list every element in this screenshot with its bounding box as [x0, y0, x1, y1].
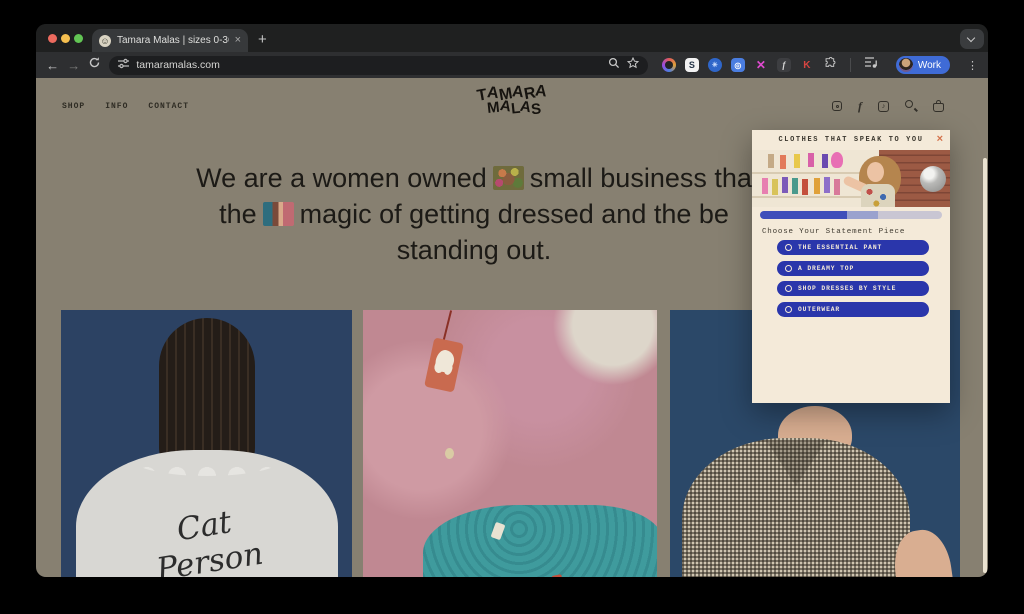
address-bar[interactable]: tamaramalas.com — [109, 56, 647, 75]
radio-icon — [785, 244, 792, 251]
shelf-objects — [768, 154, 774, 168]
extension-pink-x-icon[interactable]: ✕ — [754, 58, 768, 72]
option-essential-pant[interactable]: THE ESSENTIAL PANT — [777, 240, 929, 255]
extension-f-icon[interactable]: f — [777, 58, 791, 72]
option-label: A DREAMY TOP — [798, 265, 854, 272]
site-settings-icon[interactable] — [118, 56, 129, 74]
instagram-icon[interactable] — [832, 101, 842, 111]
forward-button[interactable]: → — [63, 58, 84, 73]
progress-segment — [847, 211, 878, 219]
option-label: OUTERWEAR — [798, 306, 840, 313]
radio-icon — [785, 265, 792, 272]
browser-toolbar: ← → tamaramalas.com S ✳ ◎ ✕ f K — [36, 52, 988, 78]
profile-label: Work — [918, 60, 941, 71]
progress-segment — [878, 211, 942, 219]
find-in-page-icon[interactable] — [608, 56, 620, 74]
tag-flower — [434, 348, 456, 373]
search-lens — [905, 100, 913, 108]
popup-title: CLOTHES THAT SPEAK TO YOU — [778, 136, 923, 144]
product-image-cat-person-jacket[interactable]: Cat Person — [61, 310, 352, 577]
ruffle-collar — [132, 442, 282, 476]
quiz-question: Choose Your Statement Piece — [762, 228, 950, 236]
arc-center-dot — [665, 61, 673, 69]
headline-text: magic of getting dressed and the be — [300, 199, 729, 229]
back-button[interactable]: ← — [42, 58, 63, 73]
woman-floral-top — [861, 184, 895, 207]
radio-icon — [785, 285, 792, 292]
gingham-shirt — [682, 438, 910, 577]
extension-blue-dot-icon[interactable]: ✳ — [708, 58, 722, 72]
profile-button[interactable]: Work — [896, 56, 950, 74]
tab-favicon-icon: ☺ — [99, 35, 111, 47]
media-controls-icon[interactable] — [864, 56, 879, 74]
progress-segment — [760, 211, 847, 219]
url-text[interactable]: tamaramalas.com — [136, 59, 600, 71]
cart-bag-icon[interactable] — [933, 103, 944, 112]
toolbar-separator — [850, 58, 851, 72]
disco-ball — [920, 166, 946, 192]
search-handle — [914, 107, 918, 111]
headline-text: We are a women owned — [196, 163, 487, 193]
radio-icon — [785, 306, 792, 313]
cat-person-embroidery: Cat Person — [148, 500, 265, 577]
extensions-puzzle-icon[interactable] — [823, 56, 837, 75]
popup-photo — [752, 150, 950, 207]
pink-decor — [831, 152, 843, 168]
inline-photo-people — [263, 202, 294, 226]
option-dreamy-top[interactable]: A DREAMY TOP — [777, 261, 929, 276]
browser-tab[interactable]: ☺ Tamara Malas | sizes 0-36 × — [92, 29, 248, 52]
browser-window: ☺ Tamara Malas | sizes 0-36 × + ← → tama… — [36, 24, 988, 577]
new-tab-button[interactable]: + — [258, 30, 267, 50]
shirt-collar — [767, 442, 825, 486]
cardigan-button — [445, 448, 454, 459]
profile-avatar — [899, 58, 913, 72]
extension-s-icon[interactable]: S — [685, 58, 699, 72]
teal-tag-red — [551, 574, 564, 577]
option-label: SHOP DRESSES BY STYLE — [798, 285, 896, 292]
extension-arc-icon[interactable] — [662, 58, 676, 72]
quiz-popup: CLOTHES THAT SPEAK TO YOU × Choose Your … — [752, 130, 950, 403]
product-image-pink-cardigan[interactable] — [363, 310, 657, 577]
quiz-options: THE ESSENTIAL PANT A DREAMY TOP SHOP DRE… — [777, 240, 929, 317]
page-scrollbar[interactable] — [983, 158, 987, 573]
inline-photo-flowers — [493, 166, 524, 190]
close-window-button[interactable] — [48, 34, 57, 43]
maximize-window-button[interactable] — [74, 34, 83, 43]
instagram-lens — [836, 105, 839, 108]
page-content: SHOP INFO CONTACT TAMARA MALAS f ♪ We ar… — [36, 78, 988, 577]
woman-face — [867, 162, 884, 182]
extension-blue-square-icon[interactable]: ◎ — [731, 58, 745, 72]
tab-close-icon[interactable]: × — [235, 35, 241, 46]
white-jacket: Cat Person — [76, 450, 338, 577]
tab-strip: ☺ Tamara Malas | sizes 0-36 × + — [36, 24, 988, 52]
facebook-icon[interactable]: f — [858, 101, 862, 111]
tab-search-chevron-button[interactable] — [960, 29, 984, 49]
shelf — [752, 196, 879, 198]
reload-button[interactable] — [84, 56, 105, 74]
header-icons: f ♪ — [832, 100, 944, 112]
bookmark-star-icon[interactable] — [627, 56, 639, 74]
bag-handle — [936, 100, 941, 104]
shelf-books — [762, 178, 768, 194]
chevron-down-icon — [967, 34, 975, 42]
popup-header: CLOTHES THAT SPEAK TO YOU × — [752, 130, 950, 150]
teal-knit-garment — [423, 505, 657, 577]
tab-title: Tamara Malas | sizes 0-36 — [117, 35, 229, 46]
option-label: THE ESSENTIAL PANT — [798, 244, 882, 251]
extensions-row: S ✳ ◎ ✕ f K Work ⋮ — [662, 56, 988, 75]
teal-tag — [491, 522, 506, 540]
browser-menu-kebab-icon[interactable]: ⋮ — [967, 59, 978, 72]
extension-k-icon[interactable]: K — [800, 58, 814, 72]
headline-text: small business tha — [530, 163, 752, 193]
quiz-progress-bar — [760, 211, 942, 219]
tiktok-icon[interactable]: ♪ — [878, 101, 889, 112]
headline-text: the — [219, 199, 257, 229]
option-outerwear[interactable]: OUTERWEAR — [777, 302, 929, 317]
site-search-icon[interactable] — [905, 100, 917, 112]
popup-close-icon[interactable]: × — [937, 134, 943, 145]
minimize-window-button[interactable] — [61, 34, 70, 43]
option-dresses-by-style[interactable]: SHOP DRESSES BY STYLE — [777, 281, 929, 296]
